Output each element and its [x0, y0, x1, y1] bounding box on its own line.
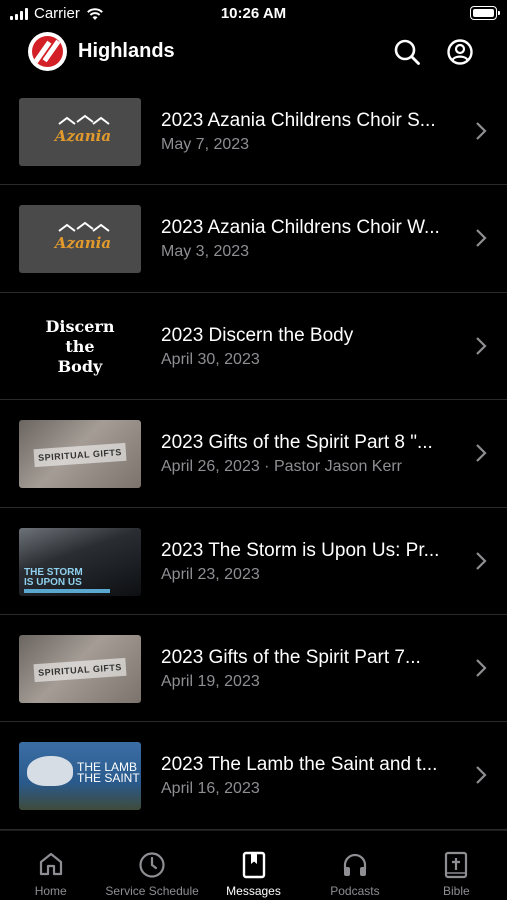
message-title: 2023 Discern the Body [161, 324, 354, 346]
message-thumbnail: THE LAMB THE SAINT [19, 742, 141, 811]
thumb-text: Discern [45, 316, 115, 336]
thumb-text: SPIRITUAL GIFTS [37, 662, 123, 678]
highlands-logo [28, 32, 67, 71]
thumb-text: Azania [53, 127, 111, 145]
tab-label: Home [34, 884, 67, 898]
message-thumbnail: Azania [19, 205, 141, 274]
message-row[interactable]: THE LAMB THE SAINT 2023 The Lamb the Sai… [0, 722, 507, 830]
message-date: April 23, 2023 [161, 565, 260, 583]
message-row[interactable]: THE STORM IS UPON US 2023 The Storm is U… [0, 508, 507, 615]
chevron-right-icon [476, 659, 487, 677]
status-time: 10:26 AM [220, 5, 287, 22]
message-title: 2023 Azania Childrens Choir S... [161, 110, 436, 131]
message-date: April 30, 2023 [161, 350, 260, 368]
home-icon [39, 852, 62, 876]
message-thumbnail: SPIRITUAL GIFTS [19, 420, 141, 489]
tab-home[interactable]: Home [0, 831, 101, 900]
thumb-text: SPIRITUAL GIFTS [37, 447, 123, 464]
tab-podcasts[interactable]: Podcasts [304, 831, 405, 900]
message-date: April 26, 2023 · Pastor Jason Kerr [161, 458, 403, 476]
chevron-right-icon [476, 337, 487, 355]
message-thumbnail: Discern the Body [19, 312, 141, 381]
search-icon [394, 39, 420, 65]
status-bar: Carrier 10:26 AM [0, 0, 507, 30]
message-thumbnail: Azania [19, 98, 141, 166]
message-title: 2023 The Lamb the Saint and t... [161, 754, 438, 776]
battery-icon [470, 6, 500, 20]
message-row[interactable]: Azania 2023 Azania Childrens Choir S... … [0, 78, 507, 186]
clock-icon [139, 852, 165, 878]
tab-label: Messages [226, 884, 281, 898]
chevron-right-icon [476, 444, 487, 462]
thumb-text: IS UPON US [24, 576, 82, 588]
tab-messages[interactable]: Messages [203, 831, 304, 900]
message-row[interactable]: Azania 2023 Azania Childrens Choir W... … [0, 185, 507, 293]
tab-bar: Home Service Schedule Messages Podcasts … [0, 830, 507, 900]
message-row[interactable]: SPIRITUAL GIFTS 2023 Gifts of the Spirit… [0, 615, 507, 723]
app-header: Highlands [0, 30, 507, 78]
message-row[interactable]: Discern the Body 2023 Discern the Body A… [0, 293, 507, 401]
message-thumbnail: THE STORM IS UPON US [19, 527, 141, 596]
chevron-right-icon [476, 229, 487, 248]
message-date: April 16, 2023 [161, 780, 260, 798]
bible-icon [445, 851, 468, 879]
chevron-right-icon [476, 766, 487, 785]
message-row[interactable]: SPIRITUAL GIFTS 2023 Gifts of the Spirit… [0, 400, 507, 508]
tab-service-schedule[interactable]: Service Schedule [101, 831, 202, 900]
message-date: May 3, 2023 [161, 243, 250, 261]
thumb-text: Body [57, 356, 103, 376]
account-icon [447, 39, 473, 65]
app-title: Highlands [78, 40, 175, 62]
chevron-right-icon [476, 551, 487, 570]
account-button[interactable] [446, 38, 474, 66]
message-title: 2023 Azania Childrens Choir W... [161, 217, 440, 239]
search-button[interactable] [393, 38, 421, 66]
chevron-right-icon [476, 122, 487, 140]
message-title: 2023 The Storm is Upon Us: Pr... [161, 539, 440, 561]
message-title: 2023 Gifts of the Spirit Part 8 "... [161, 432, 433, 454]
tab-bible[interactable]: Bible [406, 831, 507, 900]
thumb-text: the [65, 336, 95, 356]
headphones-icon [343, 853, 367, 876]
tab-label: Bible [442, 884, 470, 898]
message-date: May 7, 2023 [161, 136, 250, 153]
tab-label: Podcasts [330, 884, 380, 898]
thumb-text: Azania [53, 234, 111, 252]
message-thumbnail: SPIRITUAL GIFTS [19, 634, 141, 703]
message-title: 2023 Gifts of the Spirit Part 7... [161, 646, 421, 668]
tab-label: Service Schedule [105, 884, 199, 898]
message-list: Azania 2023 Azania Childrens Choir S... … [0, 78, 507, 830]
message-date: April 19, 2023 [161, 672, 260, 690]
thumb-text: THE SAINT [77, 771, 140, 786]
bookmark-book-icon [242, 851, 265, 879]
